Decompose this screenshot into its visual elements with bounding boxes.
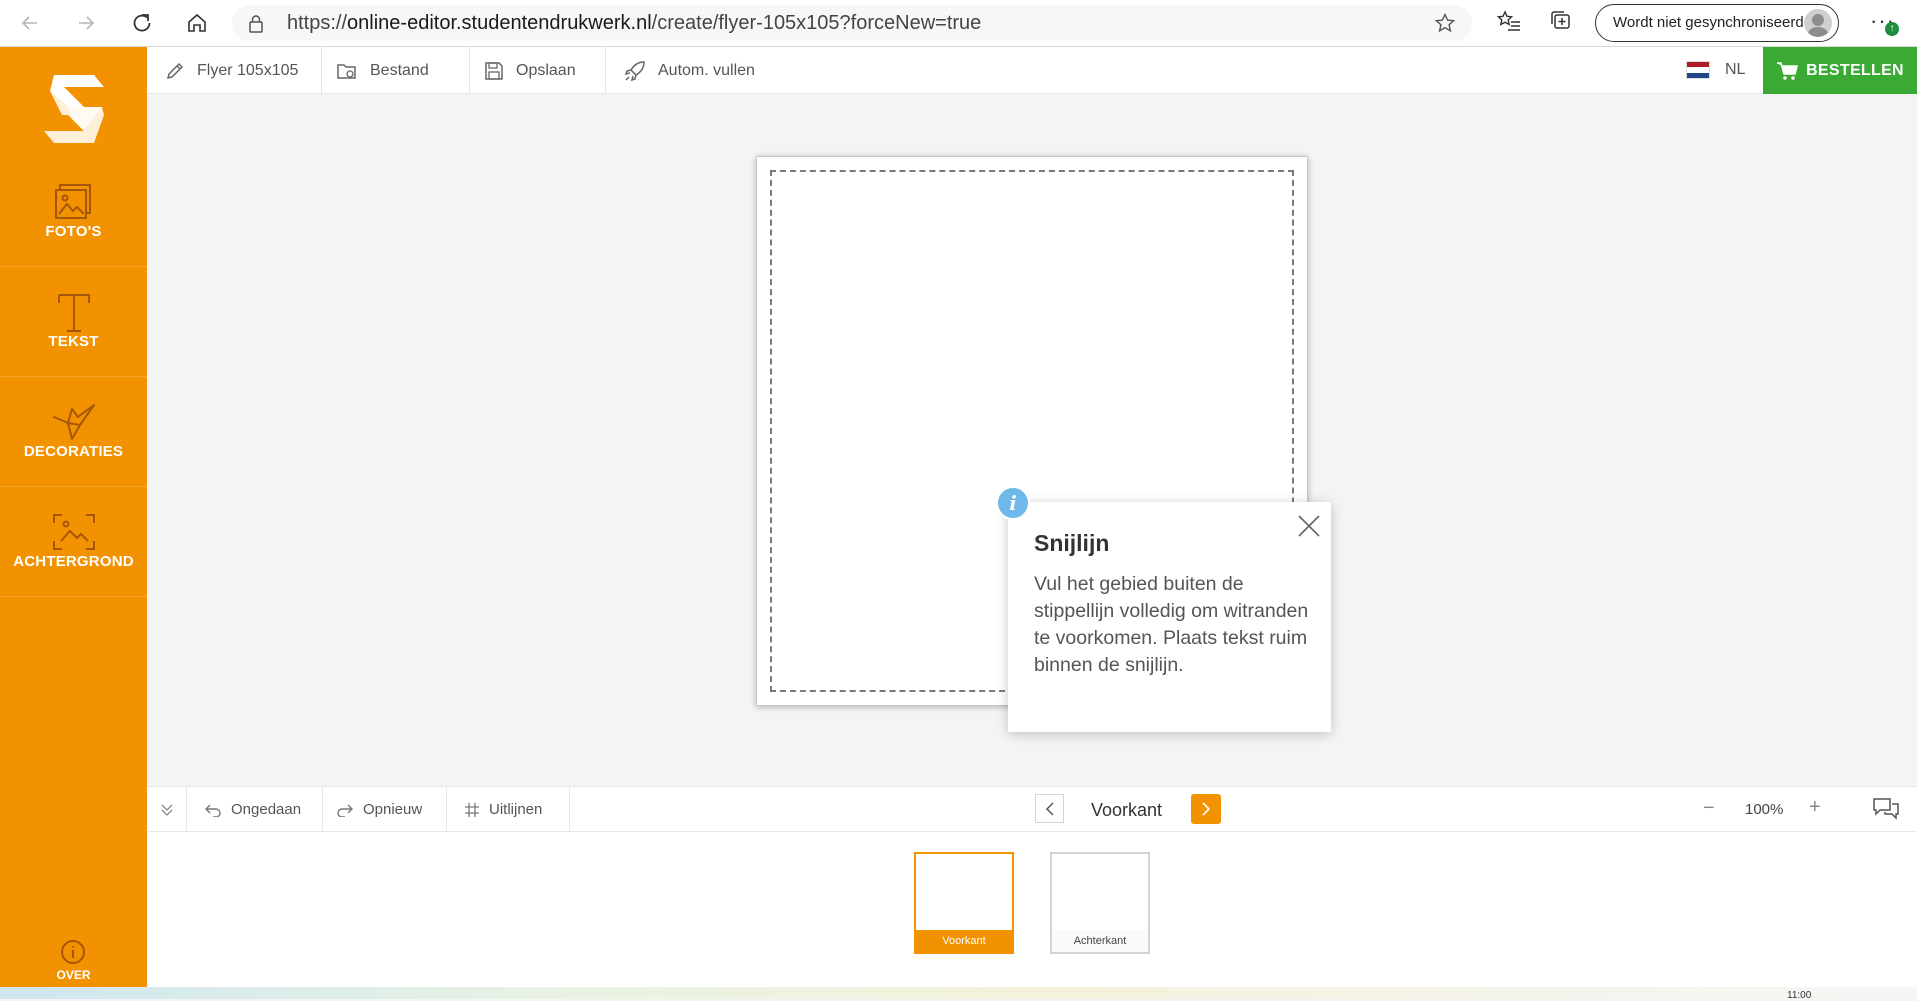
text-icon [57,294,90,332]
sidebar-item-about[interactable]: OVER [0,927,147,987]
sidebar-item-background[interactable]: ACHTERGROND [0,487,147,597]
taskbar-edge [0,987,1917,999]
arrow-left-icon [21,16,37,30]
redo-button[interactable]: Opnieuw [323,787,447,832]
pencil-icon [166,62,184,79]
tools-sidebar: FOTO'S TEKST DECORATIES ACHTERGROND OVER [0,47,147,987]
sidebar-item-label: ACHTERGROND [13,553,134,570]
address-bar[interactable]: https://online-editor.studentendrukwerk.… [232,5,1472,41]
next-page-button[interactable] [1191,794,1221,824]
favorite-star-icon[interactable] [1434,12,1456,34]
save-label: Opslaan [516,61,576,79]
refresh-icon [133,14,151,32]
redo-label: Opnieuw [363,801,423,818]
reload-button[interactable] [125,6,159,40]
lock-icon [249,15,263,33]
zoom-in-button[interactable]: + [1809,796,1821,819]
taskbar-clock: 11:00 [1787,990,1812,1001]
background-icon [52,514,95,550]
rocket-icon [624,60,645,81]
sidebar-item-photos[interactable]: FOTO'S [0,157,147,267]
arrow-right-icon [79,16,95,30]
sidebar-item-decorations[interactable]: DECORATIES [0,377,147,487]
order-button[interactable]: BESTELLEN [1763,47,1917,94]
thumbnail-label: Achterkant [1052,930,1148,952]
product-name-button[interactable]: Flyer 105x105 [147,47,322,94]
chevron-right-icon [1202,802,1211,816]
thumbnail-label: Voorkant [916,930,1012,952]
url-prefix: https:// [287,12,348,34]
language-label: NL [1725,61,1746,78]
thumbnail-back[interactable]: Achterkant [1050,852,1150,954]
current-page-label: Voorkant [1091,800,1163,820]
info-icon: i [996,486,1030,520]
bottom-toolbar: Ongedaan Opnieuw Uitlijnen Voorkant − 10… [147,786,1917,832]
previous-page-button[interactable] [1035,794,1064,823]
studentendrukwerk-logo[interactable] [32,69,116,149]
autofill-button[interactable]: Autom. vullen [606,47,766,94]
align-label: Uitlijnen [489,801,543,818]
photo-icon [54,184,91,219]
url-text: https://online-editor.studentendrukwerk.… [287,12,981,35]
shopping-cart-icon [1777,61,1799,80]
double-chevron-down-icon [161,804,172,816]
language-selector[interactable]: NL [1687,61,1745,79]
file-settings-icon [337,63,356,79]
file-menu-button[interactable]: Bestand [322,47,470,94]
home-icon [188,13,206,32]
profile-avatar-icon [1804,9,1832,37]
favorites-list-icon[interactable] [1496,8,1522,34]
zoom-out-button[interactable]: − [1703,797,1715,820]
browser-toolbar: https://online-editor.studentendrukwerk.… [0,0,1917,47]
dutch-flag-icon [1687,62,1709,78]
url-host: online-editor.studentendrukwerk.nl [347,12,652,34]
file-menu-label: Bestand [370,61,429,79]
redo-icon [337,804,353,817]
back-button[interactable] [13,6,47,40]
update-available-icon: ↑ [1885,22,1899,36]
undo-label: Ongedaan [231,801,302,818]
origami-bird-icon [52,404,95,440]
close-icon[interactable] [1297,514,1321,538]
zoom-level: 100% [1745,801,1784,818]
product-name-label: Flyer 105x105 [197,61,299,79]
chat-icon[interactable] [1872,796,1900,822]
save-button[interactable]: Opslaan [470,47,606,94]
undo-button[interactable]: Ongedaan [187,787,323,832]
grid-icon [465,802,479,817]
url-path: /create/flyer-105x105?forceNew=true [651,12,982,34]
forward-button[interactable] [69,6,103,40]
sidebar-item-label: TEKST [48,333,99,350]
thumbnail-front[interactable]: Voorkant [914,852,1014,954]
undo-icon [205,804,221,817]
sidebar-item-label: FOTO'S [45,223,102,240]
collapse-button[interactable] [147,787,187,832]
autofill-label: Autom. vullen [658,61,755,79]
tooltip-body: Vul het gebied buiten de stippellijn vol… [1034,573,1309,676]
tooltip-title: Snijlijn [1034,530,1110,556]
save-disk-icon [485,61,503,80]
sync-label: Wordt niet gesynchroniseerd [1613,14,1804,31]
info-circle-icon [61,940,85,964]
editor-toolbar: Flyer 105x105 Bestand Opslaan Autom. vul… [147,47,1917,94]
sidebar-about-label: OVER [56,968,91,982]
home-button[interactable] [180,6,214,40]
collections-icon[interactable] [1548,8,1574,34]
order-label: BESTELLEN [1806,61,1904,79]
cut-line-tooltip: i Snijlijn Vul het gebied buiten de stip… [996,486,1331,732]
chevron-left-icon [1045,801,1054,816]
sidebar-item-label: DECORATIES [23,443,124,460]
page-thumbnails: Voorkant Achterkant [147,832,1917,987]
sidebar-item-text[interactable]: TEKST [0,267,147,377]
sync-profile-button[interactable]: Wordt niet gesynchroniseerd [1595,4,1839,42]
align-button[interactable]: Uitlijnen [447,787,570,832]
